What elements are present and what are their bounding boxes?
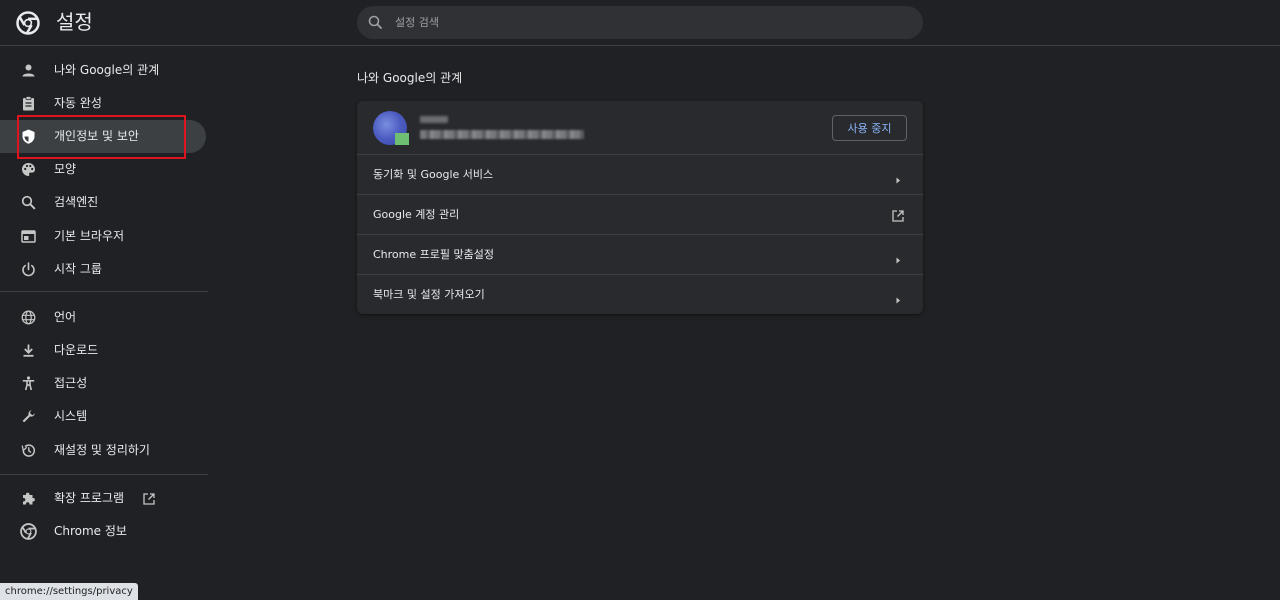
sync-badge-icon (395, 133, 409, 145)
puzzle-icon (20, 490, 37, 507)
chrome-logo-icon (20, 523, 37, 540)
palette-icon (20, 161, 37, 178)
search-icon (20, 194, 37, 211)
profile-row: 사용 중지 (357, 101, 923, 155)
sidebar-item-label: 모양 (54, 162, 77, 176)
section-title: 나와 Google의 관계 (357, 71, 463, 85)
chrome-logo-icon (16, 11, 40, 35)
sidebar-item-label: 시스템 (54, 409, 88, 423)
sidebar-item-label: 확장 프로그램 (54, 491, 125, 505)
person-icon (20, 62, 37, 79)
sidebar-item-label: 자동 완성 (54, 96, 102, 110)
shield-icon (20, 128, 37, 145)
wrench-icon (20, 408, 37, 425)
settings-row[interactable]: Chrome 프로필 맞춤설정 (357, 234, 923, 274)
browser-window-icon (20, 228, 37, 245)
external-link-icon (891, 208, 905, 222)
accessibility-icon (20, 375, 37, 392)
sidebar-item[interactable]: 검색엔진 (0, 186, 206, 219)
sidebar-item[interactable]: 나와 Google의 관계 (0, 54, 206, 87)
search-icon (367, 14, 384, 31)
sidebar-item[interactable]: 모양 (0, 153, 206, 186)
sidebar-item-label: 재설정 및 정리하기 (54, 443, 150, 457)
settings-row-label: 동기화 및 Google 서비스 (373, 168, 494, 181)
settings-row-label: Google 계정 관리 (373, 208, 460, 221)
sidebar-item[interactable]: 개인정보 및 보안 (0, 120, 206, 153)
settings-row-label: 북마크 및 설정 가져오기 (373, 288, 485, 301)
sidebar-item[interactable]: 재설정 및 정리하기 (0, 434, 206, 467)
sidebar-item[interactable]: 기본 브라우저 (0, 220, 206, 253)
account-card: 사용 중지 동기화 및 Google 서비스 Google 계정 관리 Chrome… (357, 101, 923, 314)
status-bar-url: chrome://settings/privacy (0, 583, 138, 600)
sidebar-divider (0, 474, 208, 475)
sidebar-divider (0, 291, 208, 292)
sidebar-item[interactable]: 시스템 (0, 400, 206, 433)
sidebar-item-label: Chrome 정보 (54, 524, 127, 538)
sidebar-item[interactable]: 언어 (0, 301, 206, 334)
sidebar-item[interactable]: 다운로드 (0, 334, 206, 367)
sidebar-item-label: 나와 Google의 관계 (54, 63, 160, 77)
sidebar-item[interactable]: 접근성 (0, 367, 206, 400)
download-icon (20, 342, 37, 359)
sidebar-item-label: 언어 (54, 310, 77, 324)
arrow-right-icon (894, 290, 902, 304)
sidebar-item[interactable]: 자동 완성 (0, 87, 206, 120)
settings-row-label: Chrome 프로필 맞춤설정 (373, 248, 494, 261)
globe-icon (20, 309, 37, 326)
sidebar-item-label: 시작 그룹 (54, 262, 102, 276)
profile-email-redacted (420, 130, 584, 139)
history-icon (20, 442, 37, 459)
arrow-right-icon (894, 170, 902, 184)
clipboard-icon (20, 95, 37, 112)
sidebar-item-label: 접근성 (54, 376, 88, 390)
sidebar-item-label: 개인정보 및 보안 (54, 129, 139, 143)
settings-row[interactable]: 동기화 및 Google 서비스 (357, 154, 923, 194)
profile-name-redacted (420, 116, 448, 123)
sidebar-item-label: 기본 브라우저 (54, 229, 125, 243)
sidebar-item[interactable]: Chrome 정보 (0, 515, 206, 548)
sidebar-item-label: 다운로드 (54, 343, 99, 357)
sidebar-item[interactable]: 확장 프로그램 (0, 482, 206, 515)
arrow-right-icon (894, 250, 902, 264)
settings-row[interactable]: 북마크 및 설정 가져오기 (357, 274, 923, 314)
external-link-icon (142, 491, 156, 505)
sidebar-item-label: 검색엔진 (54, 195, 99, 209)
search-bar[interactable] (357, 6, 923, 39)
sidebar: 나와 Google의 관계자동 완성개인정보 및 보안모양검색엔진기본 브라우저… (0, 46, 208, 600)
page-title: 설정 (56, 10, 93, 34)
settings-row[interactable]: Google 계정 관리 (357, 194, 923, 234)
turn-off-sync-button[interactable]: 사용 중지 (832, 115, 907, 141)
power-icon (20, 261, 37, 278)
sidebar-item[interactable]: 시작 그룹 (0, 253, 206, 286)
header: 설정 (0, 0, 1280, 46)
search-input[interactable] (395, 6, 895, 39)
